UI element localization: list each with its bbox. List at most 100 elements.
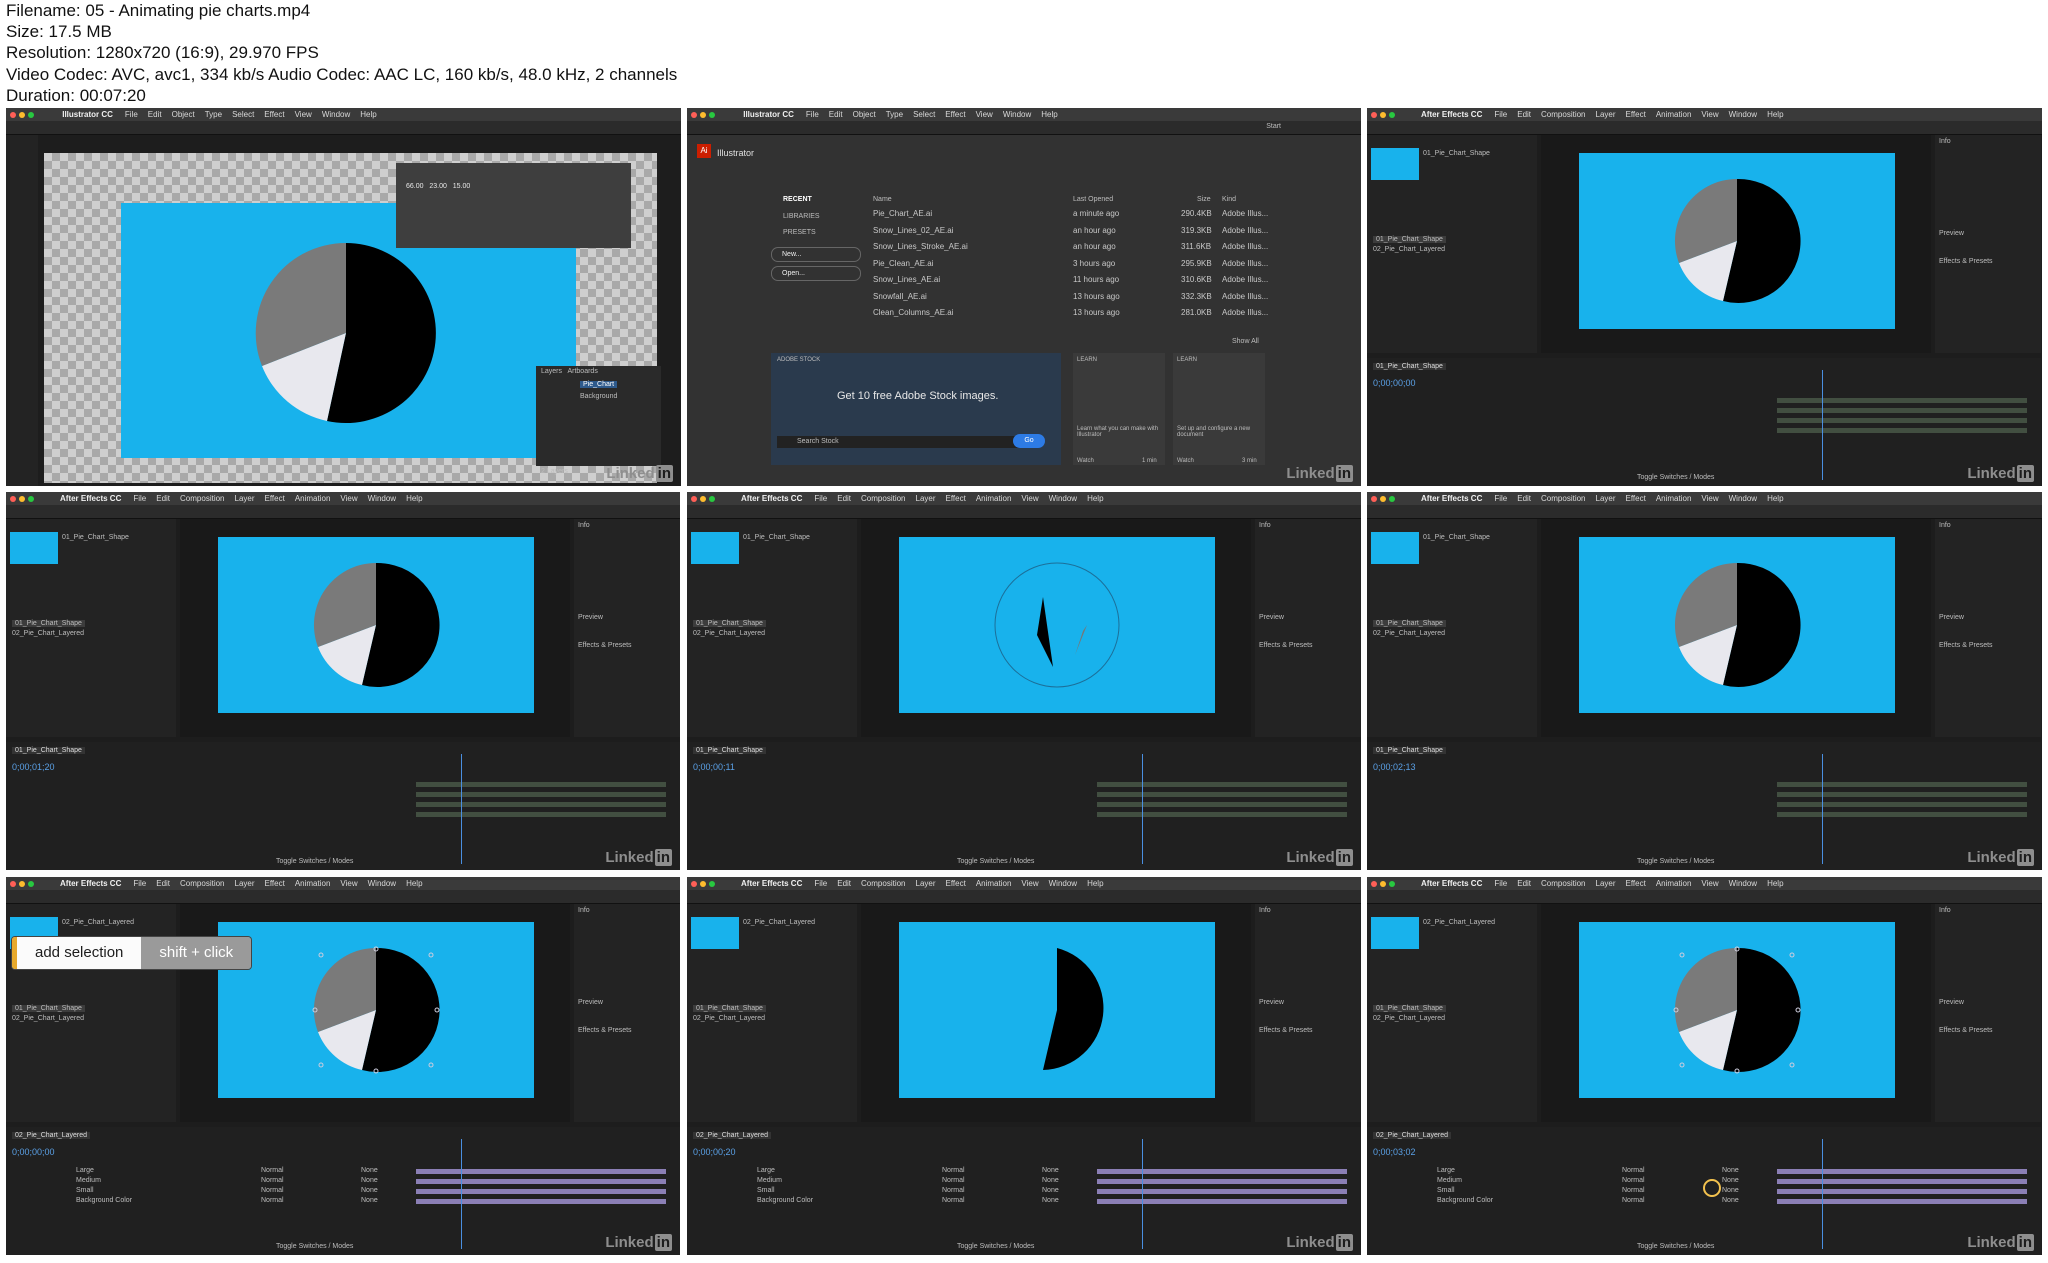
- layer-bar[interactable]: [1777, 802, 2027, 807]
- menu-effect[interactable]: Effect: [264, 110, 284, 119]
- timeline-tab[interactable]: 01_Pie_Chart_Shape: [1373, 747, 1446, 754]
- menu-help[interactable]: Help: [1087, 494, 1103, 503]
- menu-file[interactable]: File: [1494, 110, 1507, 119]
- layer-bar[interactable]: [1097, 782, 1347, 787]
- layer-bar[interactable]: [1777, 812, 2027, 817]
- project-item[interactable]: 01_Pie_Chart_Shape: [1373, 236, 1446, 243]
- playhead[interactable]: [1142, 1139, 1143, 1249]
- layer-bar[interactable]: [1777, 418, 2027, 423]
- layer-parent[interactable]: None: [361, 1187, 378, 1194]
- timeline-tab[interactable]: 01_Pie_Chart_Shape: [693, 747, 766, 754]
- presets-nav[interactable]: PRESETS: [783, 229, 816, 236]
- project-item[interactable]: 01_Pie_Chart_Shape: [1373, 620, 1446, 627]
- timeline-tab[interactable]: 02_Pie_Chart_Layered: [693, 1132, 771, 1139]
- menu-object[interactable]: Object: [853, 110, 876, 119]
- menu-help[interactable]: Help: [1087, 879, 1103, 888]
- menu-animation[interactable]: Animation: [1656, 879, 1692, 888]
- layer-row[interactable]: Small: [757, 1187, 775, 1194]
- layer-parent[interactable]: None: [1722, 1197, 1739, 1204]
- layer-bar[interactable]: [1097, 1199, 1347, 1204]
- menu-composition[interactable]: Composition: [1541, 110, 1585, 119]
- list-item[interactable]: Snow_Lines_AE.ai: [873, 272, 968, 289]
- playhead[interactable]: [1822, 370, 1823, 480]
- layer-bar[interactable]: [1097, 1169, 1347, 1174]
- selection-handles[interactable]: [1672, 945, 1802, 1075]
- menu-window[interactable]: Window: [368, 879, 396, 888]
- col-last-opened[interactable]: Last Opened: [1073, 196, 1113, 203]
- menu-effect[interactable]: Effect: [946, 879, 966, 888]
- menu-animation[interactable]: Animation: [976, 494, 1012, 503]
- menu-edit[interactable]: Edit: [837, 494, 851, 503]
- list-item[interactable]: Snow_Lines_02_AE.ai: [873, 223, 968, 240]
- menu-help[interactable]: Help: [360, 110, 376, 119]
- layer-bar[interactable]: [1777, 408, 2027, 413]
- menu-edit[interactable]: Edit: [156, 494, 170, 503]
- current-time[interactable]: 0;00;00;11: [693, 762, 735, 772]
- timeline-tab[interactable]: 02_Pie_Chart_Layered: [1373, 1132, 1451, 1139]
- artboards-tab[interactable]: Artboards: [567, 368, 597, 375]
- timeline-tab[interactable]: 02_Pie_Chart_Layered: [12, 1132, 90, 1139]
- menu-animation[interactable]: Animation: [295, 879, 331, 888]
- layer-mode[interactable]: Normal: [942, 1197, 965, 1204]
- toggle-switches-label[interactable]: Toggle Switches / Modes: [276, 858, 353, 865]
- list-item[interactable]: Clean_Columns_AE.ai: [873, 305, 968, 322]
- open-button[interactable]: Open...: [771, 266, 861, 281]
- menu-view[interactable]: View: [1021, 494, 1038, 503]
- layer-row[interactable]: Large: [76, 1167, 94, 1174]
- project-item[interactable]: 01_Pie_Chart_Shape: [12, 620, 85, 627]
- layer-mode[interactable]: Normal: [942, 1167, 965, 1174]
- layer-mode[interactable]: Normal: [261, 1187, 284, 1194]
- layer-mode[interactable]: Normal: [261, 1177, 284, 1184]
- layer-bar[interactable]: [1777, 428, 2027, 433]
- menu-after-effects-cc[interactable]: After Effects CC: [741, 494, 802, 503]
- menu-effect[interactable]: Effect: [1626, 110, 1646, 119]
- menu-help[interactable]: Help: [1041, 110, 1057, 119]
- menu-animation[interactable]: Animation: [1656, 110, 1692, 119]
- menu-select[interactable]: Select: [232, 110, 254, 119]
- menu-edit[interactable]: Edit: [156, 879, 170, 888]
- playhead[interactable]: [1822, 754, 1823, 864]
- layer-parent[interactable]: None: [1042, 1177, 1059, 1184]
- menu-after-effects-cc[interactable]: After Effects CC: [1421, 494, 1482, 503]
- menu-window[interactable]: Window: [322, 110, 350, 119]
- layer-bar[interactable]: [1097, 1179, 1347, 1184]
- layer-bar[interactable]: [416, 802, 666, 807]
- layer-bar[interactable]: [1777, 1199, 2027, 1204]
- app-menu[interactable]: Illustrator CC: [62, 110, 113, 119]
- menu-view[interactable]: View: [340, 879, 357, 888]
- layer-parent[interactable]: None: [1722, 1187, 1739, 1194]
- menu-view[interactable]: View: [1701, 110, 1718, 119]
- layer-mode[interactable]: Normal: [1622, 1167, 1645, 1174]
- current-time[interactable]: 0;00;00;20: [693, 1147, 736, 1157]
- menu-view[interactable]: View: [1701, 879, 1718, 888]
- toggle-switches-label[interactable]: Toggle Switches / Modes: [957, 1243, 1034, 1250]
- menu-animation[interactable]: Animation: [976, 879, 1012, 888]
- layer-bar[interactable]: [1097, 792, 1347, 797]
- menu-file[interactable]: File: [133, 879, 146, 888]
- menu-composition[interactable]: Composition: [180, 494, 224, 503]
- layer-bar[interactable]: [1097, 1189, 1347, 1194]
- menu-window[interactable]: Window: [1729, 110, 1757, 119]
- menu-after-effects-cc[interactable]: After Effects CC: [60, 494, 121, 503]
- playhead[interactable]: [1142, 754, 1143, 864]
- toggle-switches-label[interactable]: Toggle Switches / Modes: [957, 858, 1034, 865]
- layer-row[interactable]: Large: [1437, 1167, 1455, 1174]
- project-item[interactable]: 02_Pie_Chart_Layered: [12, 630, 84, 637]
- menu-effect[interactable]: Effect: [1626, 879, 1646, 888]
- menu-layer[interactable]: Layer: [1596, 110, 1616, 119]
- layer-row[interactable]: Background Color: [757, 1197, 813, 1204]
- layer-bar[interactable]: [416, 812, 666, 817]
- layer-bar[interactable]: [416, 782, 666, 787]
- project-item[interactable]: 01_Pie_Chart_Shape: [1373, 1005, 1446, 1012]
- layer-bar[interactable]: [1777, 792, 2027, 797]
- app-menu[interactable]: Illustrator CC: [743, 110, 794, 119]
- menu-file[interactable]: File: [814, 879, 827, 888]
- list-item[interactable]: Pie_Clean_AE.ai: [873, 256, 968, 273]
- menu-help[interactable]: Help: [1767, 879, 1783, 888]
- col-name[interactable]: Name: [873, 196, 892, 203]
- layer-bar[interactable]: [1777, 1189, 2027, 1194]
- col-size[interactable]: Size: [1197, 196, 1211, 203]
- learn-card-1[interactable]: [1073, 353, 1165, 465]
- menu-file[interactable]: File: [125, 110, 138, 119]
- list-item[interactable]: Snow_Lines_Stroke_AE.ai: [873, 239, 968, 256]
